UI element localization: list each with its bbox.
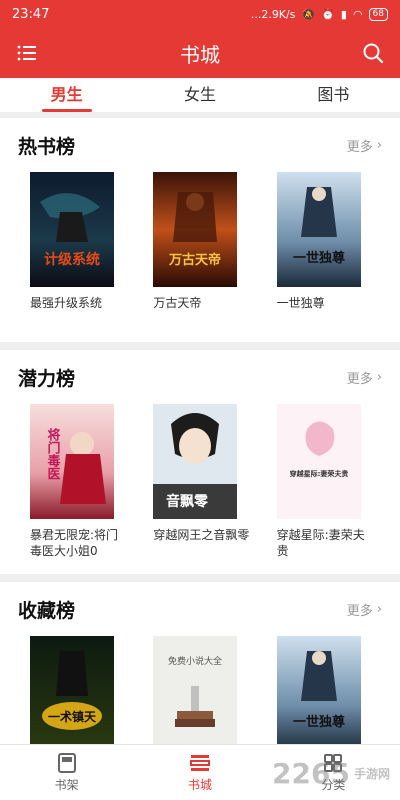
book-cover[interactable]: 穿越星际:妻荣夫贵 [276, 404, 361, 519]
book-title: 最强升级系统 [30, 296, 103, 310]
cover-title: 将门毒医 [45, 427, 61, 480]
chevron-right-icon: › [376, 137, 382, 153]
section-title: 热书榜 [18, 135, 76, 158]
more-label: 更多 [346, 139, 373, 155]
wifi-icon: ◠ [352, 7, 363, 21]
book-cover[interactable]: 一世独尊 [276, 172, 361, 287]
more-label: 更多 [346, 371, 373, 387]
book-cover[interactable]: 计级系统 [30, 172, 114, 287]
book-item[interactable]: 一术镇天 [30, 636, 153, 744]
section-header: 收藏榜 更多 › [0, 582, 400, 636]
book-cover[interactable]: 一世独尊 [276, 636, 361, 744]
more-link[interactable]: 更多 › [347, 368, 382, 387]
bookstore-icon [189, 755, 210, 771]
status-bar: 23:47 ...2.9K/s 🔕 ⏰ ▮ ◠ 68 [0, 0, 400, 28]
book-item[interactable]: 一世独尊 一世独尊 [276, 172, 400, 311]
section-title: 收藏榜 [18, 599, 76, 622]
status-time: 23:47 [12, 6, 50, 22]
book-item[interactable]: 免费小说大全 [153, 636, 276, 744]
section-favorites-ranking: 收藏榜 更多 › 一术镇天 免费小说大全 一世独尊 [0, 582, 400, 744]
book-item[interactable]: 穿越星际:妻荣夫贵 穿越星际:妻荣夫贵 [276, 404, 400, 559]
cover-title: 一世独尊 [293, 250, 345, 266]
book-row: 一术镇天 免费小说大全 一世独尊 [0, 636, 400, 744]
book-title: 万古天帝 [153, 296, 202, 310]
status-icons: ...2.9K/s 🔕 ⏰ ▮ ◠ 68 [250, 7, 388, 21]
cover-title: 穿越星际:妻荣夫贵 [289, 469, 348, 478]
book-item[interactable]: 将门毒医 暴君无限宠:将门毒医大小姐0 [30, 404, 153, 559]
book-title: 穿越星际:妻荣夫贵 [276, 528, 365, 558]
book-item[interactable]: 音飘零 穿越网王之音飘零 [153, 404, 276, 559]
site-watermark: 2265 手游网 [272, 757, 390, 790]
book-item[interactable]: 万古天帝 万古天帝 [153, 172, 276, 311]
alarm-icon: ⏰ [321, 7, 335, 21]
nav-label: 书城 [187, 778, 212, 792]
book-cover[interactable]: 一术镇天 [30, 636, 114, 744]
book-title: 一世独尊 [276, 296, 325, 310]
book-title: 穿越网王之音飘零 [153, 528, 250, 542]
chevron-right-icon: › [376, 601, 382, 617]
page-title: 书城 [180, 42, 220, 67]
category-tabs: 男生 女生 图书 [0, 78, 400, 112]
book-title: 暴君无限宠:将门毒医大小姐0 [30, 528, 119, 558]
more-link[interactable]: 更多 › [347, 136, 382, 155]
nav-label: 书架 [54, 778, 79, 792]
tab-male[interactable]: 男生 [0, 78, 133, 112]
mute-icon: 🔕 [301, 7, 316, 21]
more-label: 更多 [346, 603, 373, 619]
section-header: 热书榜 更多 › [0, 118, 400, 172]
book-item[interactable]: 计级系统 最强升级系统 [30, 172, 153, 311]
section-title: 潜力榜 [18, 367, 76, 390]
nav-bookshelf[interactable]: 书架 [0, 745, 133, 800]
section-potential-ranking: 潜力榜 更多 › 将门毒医 暴君无限宠:将门毒医大小姐0 音飘零 穿越网王之音飘… [0, 350, 400, 574]
section-hot-ranking: 热书榜 更多 › 计级系统 最强升级系统 万古天帝 万古天帝 一世独尊 一世独尊 [0, 118, 400, 342]
section-header: 潜力榜 更多 › [0, 350, 400, 404]
book-row: 计级系统 最强升级系统 万古天帝 万古天帝 一世独尊 一世独尊 [0, 172, 400, 311]
book-row: 将门毒医 暴君无限宠:将门毒医大小姐0 音飘零 穿越网王之音飘零 穿越星际:妻荣… [0, 404, 400, 559]
book-cover[interactable]: 免费小说大全 [153, 636, 238, 744]
search-icon[interactable] [362, 42, 384, 64]
nav-bookstore[interactable]: 书城 [133, 745, 266, 800]
book-cover[interactable]: 万古天帝 [153, 172, 238, 287]
chevron-right-icon: › [376, 369, 382, 385]
app-bar: 书城 [0, 28, 400, 78]
cover-title: 一世独尊 [293, 714, 345, 730]
signal-icon: ▮ [340, 7, 347, 21]
menu-icon[interactable] [16, 42, 38, 64]
cover-title: 音飘零 [166, 493, 209, 510]
tab-female[interactable]: 女生 [133, 78, 266, 112]
book-cover[interactable]: 将门毒医 [30, 404, 114, 519]
network-speed: ...2.9K/s [250, 7, 296, 21]
bookshelf-icon [57, 753, 76, 773]
cover-title: 免费小说大全 [168, 655, 222, 667]
watermark-site: 手游网 [353, 767, 390, 781]
cover-title: 一术镇天 [48, 709, 97, 724]
watermark-brand: 2265 [272, 757, 350, 790]
tab-books[interactable]: 图书 [267, 78, 400, 112]
cover-title: 计级系统 [44, 251, 100, 268]
book-item[interactable]: 一世独尊 [276, 636, 400, 744]
book-cover[interactable]: 音飘零 [153, 404, 238, 519]
battery-indicator: 68 [368, 7, 388, 21]
more-link[interactable]: 更多 › [347, 600, 382, 619]
cover-title: 万古天帝 [168, 252, 221, 268]
